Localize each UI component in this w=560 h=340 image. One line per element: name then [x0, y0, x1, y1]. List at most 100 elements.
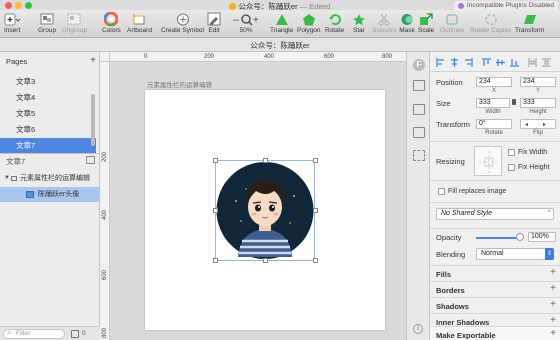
collapse-layers-button[interactable] [86, 156, 95, 164]
artboard-button[interactable]: Artboard [127, 12, 152, 34]
ungroup-label: Ungroup [62, 27, 87, 34]
plugin-icon[interactable]: F [413, 59, 425, 71]
disclosure-triangle-icon[interactable]: ▼ [4, 171, 10, 186]
add-inner-shadow-icon[interactable]: + [550, 315, 556, 326]
export-section[interactable]: Make Exportable + [430, 326, 560, 340]
align-bottom-icon[interactable] [510, 58, 519, 67]
star-button[interactable]: Star [351, 12, 367, 34]
outlines-label: Outlines [440, 27, 464, 34]
resize-handle-left[interactable] [213, 208, 218, 213]
mask-label: Mask [399, 27, 415, 34]
canvas[interactable]: 0 200 400 600 800 200 400 600 800 元素属性栏的… [100, 52, 406, 340]
zoom-control[interactable]: – + 50% [233, 12, 259, 35]
size-label: Size [436, 99, 451, 108]
align-right-icon[interactable] [464, 58, 473, 67]
add-shadow-icon[interactable]: + [550, 299, 556, 310]
fix-width-checkbox[interactable] [508, 149, 515, 156]
pages-header: Pages + [0, 55, 100, 68]
rotate-icon [327, 12, 343, 26]
opacity-field[interactable]: 100% [528, 232, 556, 242]
x-position-field[interactable]: 234 [476, 77, 512, 87]
info-icon[interactable]: i [413, 324, 423, 334]
rotate-field[interactable]: 0° [476, 119, 512, 129]
document-icon [229, 3, 237, 10]
page-item[interactable]: 文章3 [0, 74, 96, 89]
plugins-badge[interactable]: Incompatible Plugins Disabled [453, 1, 558, 10]
create-symbol-button[interactable]: Create Symbol [161, 12, 204, 34]
make-exportable-label: Make Exportable [436, 331, 496, 340]
scissors-button[interactable]: Scissors [372, 12, 397, 34]
resize-handle-bottom-left[interactable] [213, 258, 218, 263]
page-item[interactable]: 文章5 [0, 106, 96, 121]
triangle-button[interactable]: Triangle [270, 12, 293, 34]
add-page-icon[interactable]: + [90, 55, 96, 66]
distribute-vertical-icon[interactable] [542, 58, 551, 67]
create-symbol-label: Create Symbol [161, 27, 204, 34]
blending-select[interactable]: Normal ⇕ [476, 248, 554, 260]
scale-button[interactable]: Scale [418, 12, 434, 34]
fix-height-checkbox[interactable] [508, 164, 515, 171]
symbol-icon [175, 12, 191, 26]
edit-label: Edit [208, 27, 220, 34]
layer-image-selected[interactable]: 陈踊跃er头像 [0, 187, 100, 202]
shared-style-select[interactable]: No Shared Style ⌃ [436, 208, 554, 220]
resize-handle-top-left[interactable] [213, 158, 218, 163]
opacity-slider-knob[interactable] [516, 233, 524, 241]
mask-button[interactable]: Mask [399, 12, 415, 34]
group-button[interactable]: Group [38, 12, 56, 34]
export-panel-icon[interactable] [413, 127, 425, 138]
ungroup-button[interactable]: Ungroup [62, 12, 87, 34]
resize-handle-top-right[interactable] [313, 158, 318, 163]
resize-handle-right[interactable] [313, 208, 318, 213]
shadows-section[interactable]: Shadows + [430, 297, 560, 313]
align-center-icon[interactable] [450, 58, 459, 67]
outlines-button[interactable]: Outlines [440, 12, 464, 34]
y-position-field[interactable]: 234 [520, 77, 556, 87]
align-left-icon[interactable] [436, 58, 445, 67]
width-field[interactable]: 333 [476, 98, 510, 108]
artboard-title[interactable]: 元素属性栏的运算编辑 [147, 79, 212, 89]
layer-filter-input[interactable]: Filter [3, 329, 65, 339]
borders-section[interactable]: Borders + [430, 281, 560, 297]
pages-scrollbar[interactable] [91, 94, 95, 146]
layer-label: 陈踊跃er头像 [38, 191, 80, 198]
flip-vertical-icon[interactable]: ▸ [543, 121, 546, 128]
align-middle-icon[interactable] [496, 58, 505, 67]
insert-button[interactable]: Insert [4, 12, 20, 34]
rotate-copies-button[interactable]: Rotate Copies [470, 12, 511, 34]
align-top-icon[interactable] [482, 58, 491, 67]
image-panel-icon[interactable] [413, 104, 425, 115]
polygon-icon [301, 12, 317, 26]
rotate-button[interactable]: Rotate [325, 12, 344, 34]
resize-handle-top[interactable] [263, 158, 268, 163]
fill-replaces-image-checkbox[interactable] [438, 188, 445, 195]
distribute-horizontal-icon[interactable] [528, 58, 537, 67]
symbols-icon[interactable] [71, 330, 79, 338]
page-item[interactable]: 文章6 [0, 122, 96, 137]
opacity-slider[interactable] [476, 237, 520, 239]
x-label: X [491, 88, 496, 94]
rotate-copies-label: Rotate Copies [470, 27, 512, 34]
layout-icon[interactable] [413, 80, 425, 91]
resize-handle-bottom[interactable] [263, 258, 268, 263]
flip-horizontal-icon[interactable]: ◂ [525, 121, 528, 128]
resizing-widget[interactable] [474, 146, 502, 176]
lock-ratio-icon[interactable] [512, 99, 516, 105]
transform-button[interactable]: Transform [515, 12, 544, 34]
scale-label: Scale [418, 27, 435, 34]
rotate-label: Rotate [485, 130, 503, 136]
page-item-selected[interactable]: 文章7 [0, 138, 96, 153]
colors-button[interactable]: Colors [102, 12, 121, 34]
page-item[interactable]: 文章4 [0, 90, 96, 105]
edit-button[interactable]: Edit [206, 12, 222, 34]
fills-section[interactable]: Fills + [430, 265, 560, 281]
layers-sidebar: Pages + 文章3 文章4 文章5 文章6 文章7 文章7 ▼ 元素属性栏的… [0, 52, 100, 340]
add-border-icon[interactable]: + [550, 283, 556, 294]
add-fill-icon[interactable]: + [550, 267, 556, 278]
layer-artboard[interactable]: ▼ 元素属性栏的运算编辑 [0, 171, 100, 186]
resize-handle-bottom-right[interactable] [313, 258, 318, 263]
height-field[interactable]: 333 [520, 98, 556, 108]
add-export-icon[interactable]: + [550, 328, 556, 339]
polygon-button[interactable]: Polygon [297, 12, 321, 34]
grid-icon[interactable] [413, 150, 425, 161]
